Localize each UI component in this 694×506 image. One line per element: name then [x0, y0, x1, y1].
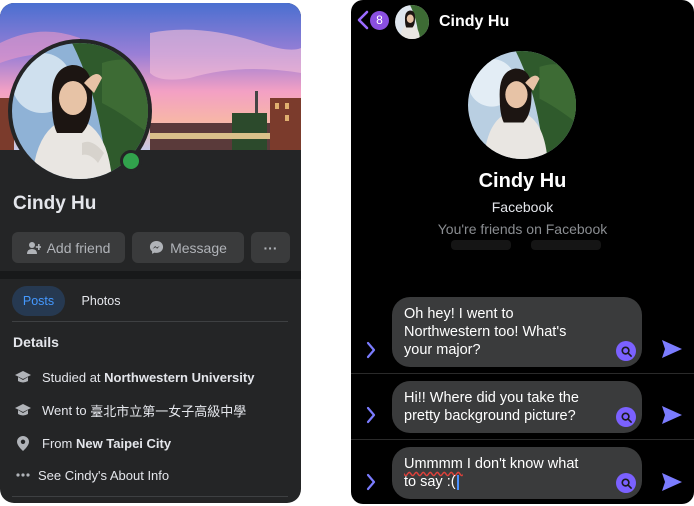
back-button[interactable]: 8	[357, 10, 389, 30]
add-friend-button[interactable]: Add friend	[12, 232, 125, 263]
text-cursor	[456, 474, 459, 490]
messenger-icon	[149, 240, 164, 255]
contact-profile-photo[interactable]	[468, 51, 576, 159]
message-button[interactable]: Message	[132, 232, 244, 263]
see-about-info-link[interactable]: See Cindy's About Info	[14, 465, 169, 485]
tab-posts[interactable]: Posts	[12, 286, 65, 316]
send-icon[interactable]	[661, 405, 683, 425]
details-heading: Details	[13, 334, 59, 350]
tabs-divider	[12, 321, 288, 322]
detail-high-school-prefix: Went to	[42, 402, 87, 418]
detail-hometown: From New Taipei City	[14, 433, 171, 453]
tab-photos[interactable]: Photos	[70, 286, 132, 316]
misspelled-word[interactable]: Ummmm	[404, 456, 463, 472]
detail-education: Studied at Northwestern University	[14, 367, 254, 387]
header-avatar[interactable]	[395, 5, 429, 39]
graduation-cap-icon	[14, 370, 32, 384]
unread-count-badge: 8	[370, 10, 389, 30]
header-contact-name[interactable]: Cindy Hu	[439, 13, 509, 31]
detail-hometown-city[interactable]: New Taipei City	[76, 436, 171, 451]
location-pin-icon	[14, 435, 32, 451]
see-about-info-label: See Cindy's About Info	[38, 467, 170, 483]
online-status-dot	[120, 150, 142, 172]
profile-name: Cindy Hu	[13, 193, 97, 214]
expand-chevron-icon[interactable]	[366, 406, 376, 424]
detail-high-school-name[interactable]: 臺北市立第一女子高級中學	[90, 401, 246, 420]
detail-education-prefix: Studied at	[42, 369, 101, 385]
faded-text	[451, 240, 511, 250]
send-icon[interactable]	[661, 339, 683, 359]
row-divider	[351, 373, 694, 374]
expand-chevron-icon[interactable]	[366, 341, 376, 359]
search-icon[interactable]	[616, 407, 636, 427]
more-options-button[interactable]: ···	[251, 232, 290, 263]
expand-chevron-icon[interactable]	[366, 473, 376, 491]
message-label: Message	[170, 239, 227, 256]
friends-status: You're friends on Facebook	[437, 221, 608, 237]
section-divider	[0, 271, 301, 279]
detail-high-school: Went to 臺北市立第一女子高級中學	[14, 400, 246, 420]
profile-avatar[interactable]	[8, 39, 152, 183]
contact-profile-name: Cindy Hu	[478, 170, 567, 192]
back-chevron-icon	[357, 10, 369, 30]
messenger-screen: 8 Cindy Hu Cindy Hu Facebook You're frie…	[351, 0, 694, 504]
contact-platform: Facebook	[491, 199, 554, 215]
add-friend-label: Add friend	[46, 239, 111, 256]
more-dots-icon	[14, 473, 32, 477]
search-icon[interactable]	[616, 341, 636, 361]
detail-hometown-prefix: From	[42, 435, 73, 451]
row-divider	[351, 439, 694, 440]
facebook-profile-card: Cindy Hu Add friend Message ··· Posts Ph…	[0, 3, 301, 503]
faded-text	[531, 240, 601, 250]
detail-education-school[interactable]: Northwestern University	[104, 370, 254, 385]
message-input[interactable]: Ummmm I don't know what to say :(	[392, 447, 642, 499]
send-icon[interactable]	[661, 472, 683, 492]
message-input[interactable]: Oh hey! I went to Northwestern too! What…	[392, 297, 642, 367]
message-draft-text: Hi!! Where did you take the pretty backg…	[404, 390, 579, 424]
graduation-cap-icon	[14, 403, 32, 417]
message-input[interactable]: Hi!! Where did you take the pretty backg…	[392, 381, 642, 433]
search-icon[interactable]	[616, 473, 636, 493]
bottom-divider	[12, 496, 288, 497]
add-friend-icon	[26, 241, 41, 254]
message-draft-text: Oh hey! I went to Northwestern too! What…	[404, 306, 567, 358]
